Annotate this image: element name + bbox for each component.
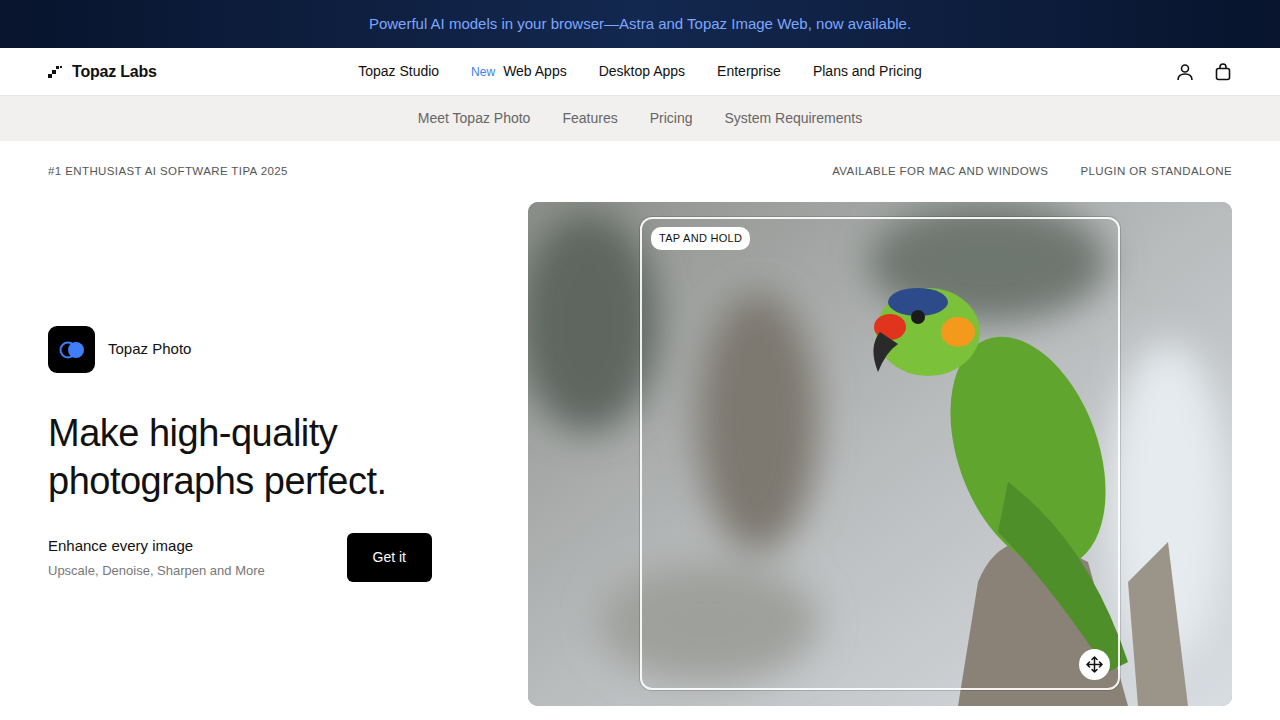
hero-features: Upscale, Denoise, Sharpen and More bbox=[48, 561, 265, 581]
nav-item[interactable]: Topaz Studio bbox=[358, 61, 439, 82]
app-label: Topaz Photo bbox=[48, 326, 528, 373]
app-icon bbox=[48, 326, 95, 373]
nav-menu: Topaz Studio New Web Apps Desktop Apps Enter… bbox=[358, 61, 922, 82]
award-tag: #1 ENTHUSIAST AI SOFTWARE TIPA 2025 bbox=[48, 163, 288, 180]
product-subnav: Meet Topaz Photo Features Pricing System Re… bbox=[0, 96, 1280, 141]
nav-item[interactable]: Desktop Apps bbox=[599, 61, 685, 82]
comparison-frame[interactable]: TAP AND HOLD bbox=[640, 217, 1120, 690]
hero-heading: Make high-quality photographs perfect. bbox=[48, 409, 468, 505]
cart-icon[interactable] bbox=[1214, 63, 1232, 81]
nav-item[interactable]: Plans and Pricing bbox=[813, 61, 922, 82]
subnav-item[interactable]: Pricing bbox=[650, 108, 693, 129]
hero-cta: Enhance every image Upscale, Denoise, Sh… bbox=[48, 533, 432, 582]
hero-subtitle: Enhance every image bbox=[48, 535, 265, 558]
main-navbar: Topaz Labs Topaz Studio New Web Apps Deskto… bbox=[0, 48, 1280, 96]
get-it-button[interactable]: Get it bbox=[347, 533, 432, 582]
tap-hint-badge: TAP AND HOLD bbox=[651, 227, 750, 250]
app-name: Topaz Photo bbox=[108, 338, 191, 361]
logo-icon bbox=[48, 66, 64, 78]
nav-label[interactable]: Enterprise bbox=[717, 61, 781, 82]
nav-label[interactable]: Plans and Pricing bbox=[813, 61, 922, 82]
nav-item[interactable]: Enterprise bbox=[717, 61, 781, 82]
subnav-item[interactable]: Meet Topaz Photo bbox=[418, 108, 531, 129]
nav-actions bbox=[922, 63, 1232, 81]
tag-row: #1 ENTHUSIAST AI SOFTWARE TIPA 2025 AVAI… bbox=[0, 141, 1280, 181]
platform-tag: PLUGIN OR STANDALONE bbox=[1080, 163, 1232, 180]
nav-label[interactable]: Web Apps bbox=[503, 61, 567, 82]
parrot-photo bbox=[528, 202, 1232, 706]
account-icon[interactable] bbox=[1176, 63, 1194, 81]
move-icon[interactable] bbox=[1079, 649, 1110, 680]
comparison-photo[interactable]: TAP AND HOLD bbox=[528, 202, 1232, 706]
nav-label[interactable]: Topaz Studio bbox=[358, 61, 439, 82]
hero: Topaz Photo Make high-quality photograph… bbox=[0, 181, 1280, 706]
brand-name[interactable]: Topaz Labs bbox=[72, 60, 157, 84]
platform-tags: AVAILABLE FOR MAC AND WINDOWS PLUGIN OR S… bbox=[832, 163, 1232, 180]
brand[interactable]: Topaz Labs bbox=[48, 60, 358, 84]
banner-text[interactable]: Powerful AI models in your browser—Astra… bbox=[369, 13, 911, 36]
subnav-item[interactable]: System Requirements bbox=[724, 108, 862, 129]
new-badge: New bbox=[471, 63, 495, 81]
nav-label[interactable]: Desktop Apps bbox=[599, 61, 685, 82]
platform-tag: AVAILABLE FOR MAC AND WINDOWS bbox=[832, 163, 1048, 180]
nav-item[interactable]: New Web Apps bbox=[471, 61, 567, 82]
hero-text: Topaz Photo Make high-quality photograph… bbox=[48, 202, 528, 706]
announcement-banner[interactable]: Powerful AI models in your browser—Astra… bbox=[0, 0, 1280, 48]
subnav-item[interactable]: Features bbox=[562, 108, 617, 129]
